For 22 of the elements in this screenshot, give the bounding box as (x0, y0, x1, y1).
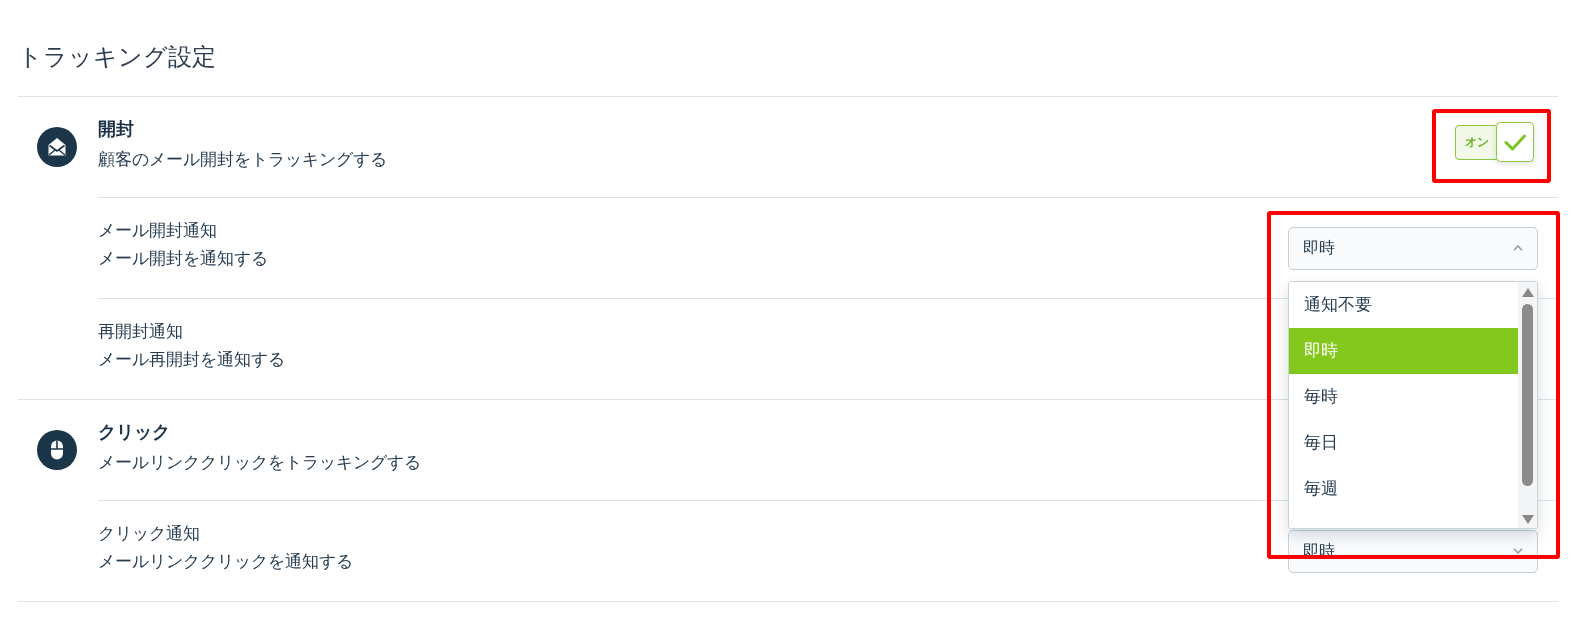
chevron-down-icon (1513, 548, 1523, 554)
chevron-up-icon (1513, 245, 1523, 251)
setting-label: メール開封通知 (98, 220, 217, 242)
dropdown-select[interactable]: 即時 (1288, 226, 1538, 270)
scrollbar[interactable] (1518, 281, 1537, 528)
scroll-down-icon[interactable] (1521, 514, 1534, 524)
setting-label: 再開封通知 (98, 321, 183, 343)
setting-description: メールリンククリックを通知する (98, 551, 353, 573)
mouse-icon (37, 430, 77, 470)
page-title: トラッキング設定 (18, 42, 216, 72)
dropdown-option[interactable]: 通知不要 (1289, 281, 1518, 328)
section-description: メールリンククリックをトラッキングする (98, 451, 421, 474)
scroll-up-icon[interactable] (1521, 287, 1534, 297)
section-title: クリック (98, 420, 170, 444)
setting-description: メール再開封を通知する (98, 349, 285, 371)
setting-description: メール開封を通知する (98, 248, 268, 270)
section-title: 開封 (98, 117, 134, 141)
scrollbar-thumb[interactable] (1522, 303, 1533, 486)
section-description: 顧客のメール開封をトラッキングする (98, 148, 387, 171)
envelope-icon (37, 127, 77, 167)
check-icon (1496, 122, 1534, 162)
setting-label: クリック通知 (98, 523, 200, 545)
